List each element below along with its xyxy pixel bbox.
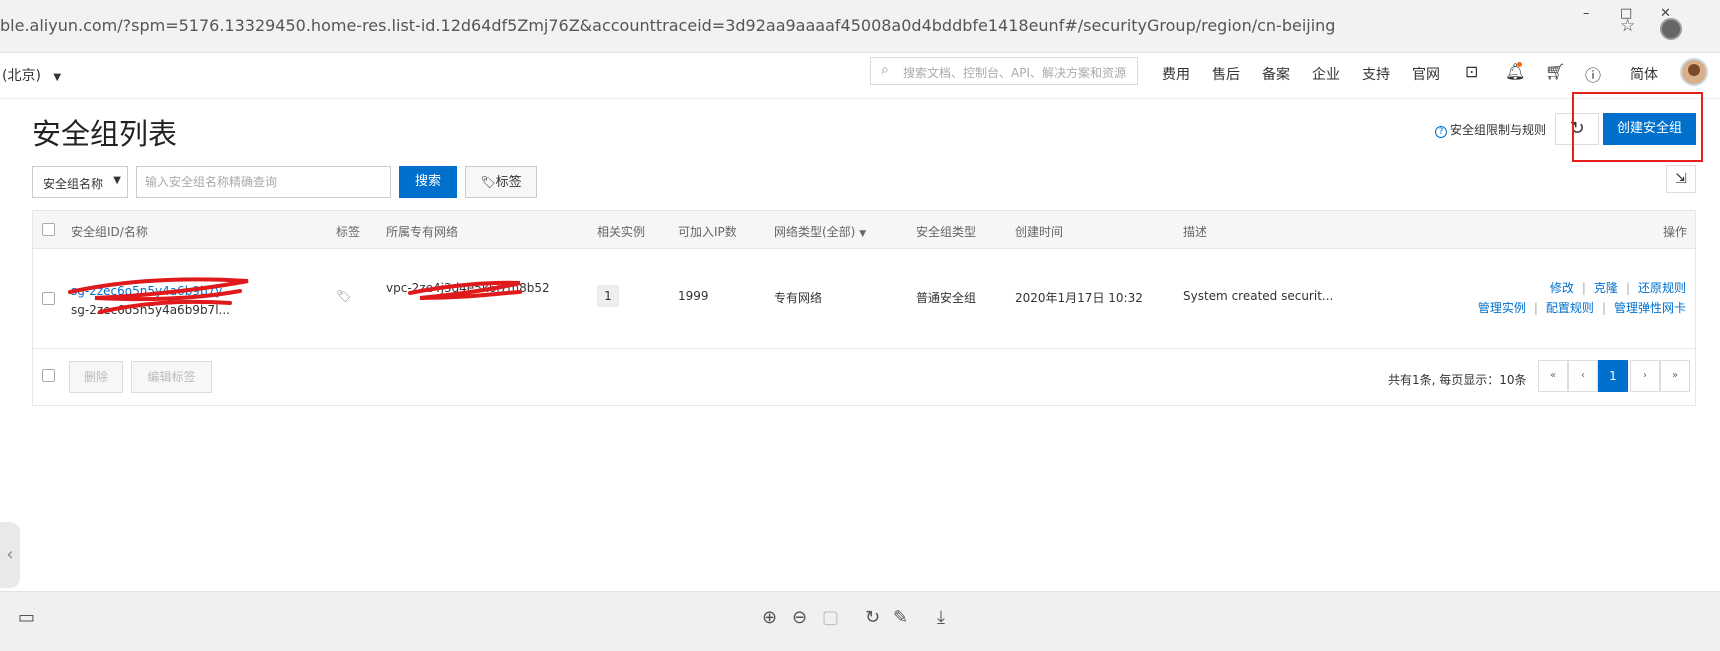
filter-field-value: 安全组名称: [43, 177, 104, 191]
tag-button-label: 标签: [495, 175, 522, 190]
limit-rules-link[interactable]: ? 安全组限制与规则: [1435, 121, 1546, 138]
search-placeholder: 搜索文档、控制台、API、解决方案和资源: [903, 66, 1126, 80]
image-viewer-toolbar: ▭ ⊕ ⊖ ▢ ↻ ✎ ⤓: [0, 591, 1720, 651]
prev-page-button[interactable]: ‹: [1568, 360, 1598, 392]
page-1-button[interactable]: 1: [1598, 360, 1628, 392]
tag-icon: 🏷︎: [480, 175, 496, 189]
zoom-out-icon[interactable]: ⊖: [792, 607, 807, 628]
minimize-button[interactable]: –: [1583, 6, 1590, 21]
global-search[interactable]: ⌕ 搜索文档、控制台、API、解决方案和资源: [870, 57, 1138, 85]
profile-icon[interactable]: [1660, 18, 1682, 40]
caret-down-icon: ▼: [113, 175, 121, 186]
limit-rules-label: 安全组限制与规则: [1450, 123, 1547, 137]
edit-icon[interactable]: ✎: [893, 607, 908, 628]
search-button[interactable]: 搜索: [399, 166, 457, 198]
star-icon[interactable]: ☆: [1620, 16, 1635, 36]
bell-icon[interactable]: 🔔︎: [1505, 62, 1525, 81]
pagination: « ‹ 1 › »: [32, 210, 1696, 406]
region-selector[interactable]: (北京) ▼: [2, 65, 61, 85]
download-icon[interactable]: ⤓: [937, 607, 945, 628]
export-icon: ⇲: [1675, 171, 1687, 187]
export-button[interactable]: ⇲: [1666, 165, 1696, 193]
first-page-button[interactable]: «: [1538, 360, 1568, 392]
next-page-button[interactable]: ›: [1630, 360, 1660, 392]
nav-item-support[interactable]: 支持: [1362, 64, 1390, 84]
page-title: 安全组列表: [32, 117, 178, 151]
language-switch[interactable]: 简体: [1630, 64, 1658, 84]
sidebar-toggle[interactable]: ‹: [0, 522, 20, 588]
console-navbar: (北京) ▼ ⌕ 搜索文档、控制台、API、解决方案和资源 费用 售后 备案 企…: [0, 53, 1720, 99]
user-avatar[interactable]: [1680, 58, 1708, 86]
address-bar[interactable]: ble.aliyun.com/?spm=5176.13329450.home-r…: [0, 16, 1335, 35]
nav-item-aftersales[interactable]: 售后: [1212, 64, 1240, 84]
nav-item-official-site[interactable]: 官网: [1412, 64, 1440, 84]
notification-dot: [1517, 62, 1522, 67]
highlight-annotation: [1572, 92, 1703, 162]
help-icon[interactable]: ⓘ: [1585, 62, 1601, 86]
chevron-left-icon: ‹: [6, 544, 14, 565]
rotate-icon[interactable]: ↻: [865, 607, 880, 628]
region-label: (北京): [2, 68, 41, 84]
nav-item-fees[interactable]: 费用: [1162, 64, 1190, 84]
filter-name-input[interactable]: [136, 166, 391, 198]
chevron-down-icon: ▼: [53, 72, 62, 83]
cart-icon[interactable]: 🛒︎: [1545, 62, 1565, 81]
terminal-icon[interactable]: ⊡: [1465, 62, 1478, 81]
search-icon: ⌕: [881, 62, 889, 78]
thumbnail-icon[interactable]: ▭: [18, 607, 35, 628]
tag-filter-button[interactable]: 🏷︎标签: [465, 166, 537, 198]
nav-item-enterprise[interactable]: 企业: [1312, 64, 1340, 84]
actual-size-icon[interactable]: ▢: [822, 607, 839, 628]
last-page-button[interactable]: »: [1660, 360, 1690, 392]
filter-field-select[interactable]: 安全组名称 ▼: [32, 166, 128, 198]
question-icon: ?: [1435, 126, 1447, 138]
browser-bar: ble.aliyun.com/?spm=5176.13329450.home-r…: [0, 0, 1720, 53]
zoom-in-icon[interactable]: ⊕: [762, 607, 777, 628]
nav-item-filing[interactable]: 备案: [1262, 64, 1290, 84]
